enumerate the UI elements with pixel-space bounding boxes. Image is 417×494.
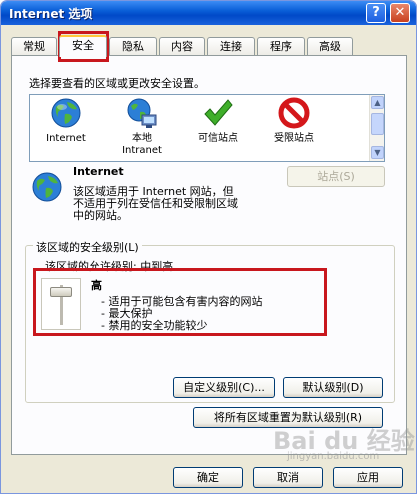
custom-level-button[interactable]: 自定义级别(C)... — [173, 377, 275, 398]
zone-label: Internet — [46, 133, 86, 144]
close-button[interactable]: ✕ — [390, 3, 410, 23]
tab-programs[interactable]: 程序 — [257, 37, 305, 56]
zone-internet[interactable]: Internet — [30, 97, 102, 159]
zone-list-scrollbar[interactable]: ▲ ▼ — [369, 95, 384, 161]
ok-button[interactable]: 确定 — [173, 467, 243, 488]
scroll-up-icon[interactable]: ▲ — [371, 96, 384, 109]
tab-connections[interactable]: 连接 — [207, 37, 255, 56]
allowed-levels-text: 该区域的允许级别: 中到高 — [45, 260, 174, 273]
zone-description-line: 中的网站。 — [73, 209, 128, 222]
selected-zone-name: Internet — [73, 165, 124, 178]
zone-label: 受限站点 — [274, 133, 314, 144]
tab-strip: 常规 安全 隐私 内容 连接 程序 高级 — [11, 35, 411, 57]
sites-button[interactable]: 站点(S) — [287, 166, 385, 187]
tab-general[interactable]: 常规 — [11, 37, 57, 56]
security-level-bullet: - 禁用的安全功能较少 — [101, 319, 208, 332]
slider-thumb[interactable] — [50, 287, 72, 297]
tab-security[interactable]: 安全 — [59, 35, 107, 57]
scroll-thumb[interactable] — [371, 113, 384, 135]
selected-zone-globe-icon — [32, 172, 62, 202]
scroll-down-icon[interactable]: ▼ — [371, 146, 384, 159]
security-level-group-title: 该区域的安全级别(L) — [33, 239, 142, 255]
help-button[interactable]: ? — [366, 3, 386, 23]
checkmark-icon — [204, 99, 233, 126]
apply-button[interactable]: 应用 — [333, 467, 403, 488]
zone-restricted-sites[interactable]: 受限站点 — [258, 97, 330, 159]
prohibited-icon — [278, 97, 310, 129]
local-intranet-icon — [127, 98, 157, 128]
tab-privacy[interactable]: 隐私 — [109, 37, 157, 56]
default-level-button[interactable]: 默认级别(D) — [283, 377, 383, 398]
tab-content[interactable]: 内容 — [159, 37, 205, 56]
zone-label: 本地 Intranet — [122, 133, 162, 156]
zone-trusted-sites[interactable]: 可信站点 — [182, 97, 254, 159]
cancel-button[interactable]: 取消 — [253, 467, 323, 488]
window-title: Internet 选项 — [9, 7, 93, 21]
tab-advanced[interactable]: 高级 — [307, 37, 353, 56]
watermark-url: jingyan.baidu.com — [287, 451, 380, 462]
security-level-name: 高 — [91, 279, 102, 292]
zone-local-intranet[interactable]: 本地 Intranet — [106, 97, 178, 159]
zone-list: Internet 本地 Intranet 可信站点 受限站点 ▲ ▼ — [29, 94, 385, 162]
zone-label: 可信站点 — [198, 133, 238, 144]
internet-options-window: Internet 选项 ? ✕ 常规 安全 隐私 内容 连接 程序 高级 选择要… — [0, 0, 417, 494]
globe-icon — [51, 98, 81, 128]
title-bar[interactable]: Internet 选项 ? ✕ — [1, 1, 416, 25]
security-level-slider[interactable] — [41, 278, 81, 330]
zone-select-prompt: 选择要查看的区域或更改安全设置。 — [29, 77, 205, 90]
